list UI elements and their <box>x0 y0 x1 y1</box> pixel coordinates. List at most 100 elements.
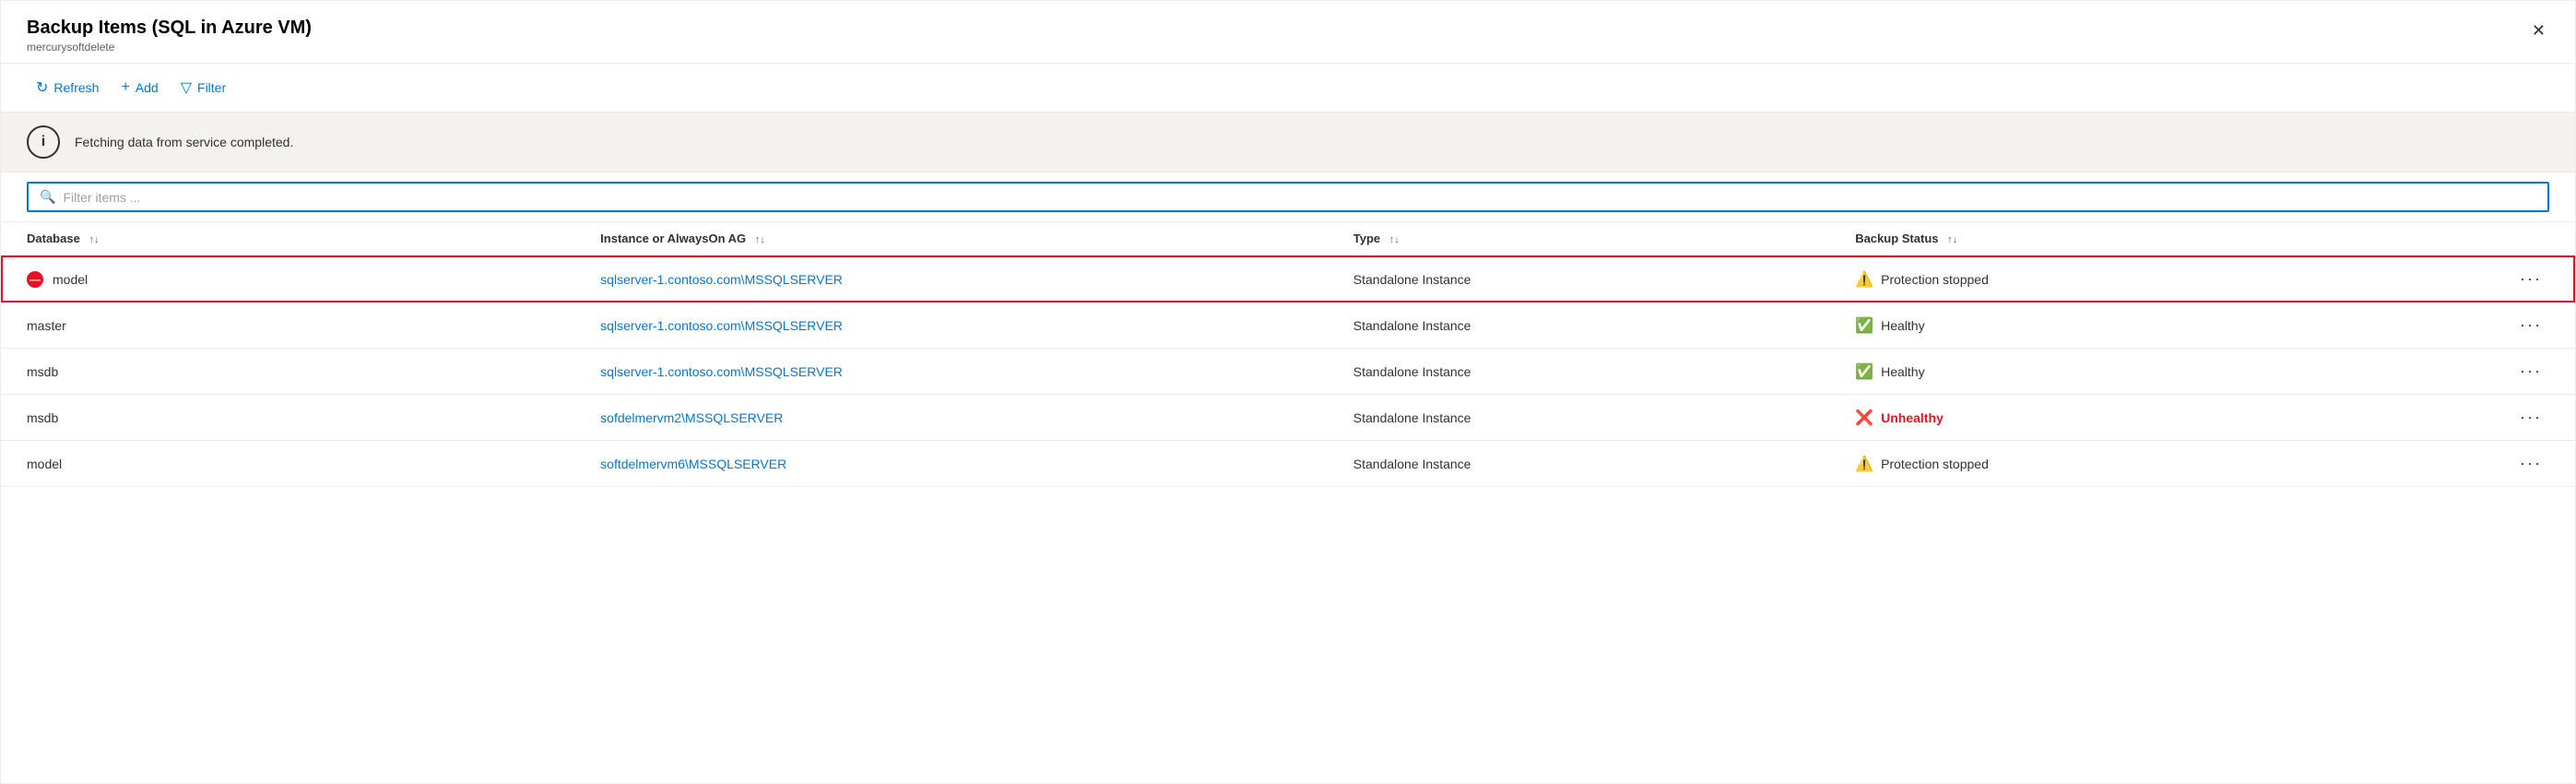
panel-title: Backup Items (SQL in Azure VM) <box>27 18 2549 39</box>
close-button[interactable]: ✕ <box>2524 18 2553 44</box>
cell-actions: ··· <box>2403 303 2575 349</box>
status-icon: ❌ <box>1855 409 1873 427</box>
cell-database: — model <box>1 255 574 303</box>
row-actions-button[interactable]: ··· <box>2512 314 2549 337</box>
table-wrap: Database ↑↓ Instance or AlwaysOn AG ↑↓ T… <box>1 222 2575 487</box>
cell-instance[interactable]: sqlserver-1.contoso.com\MSSQLSERVER <box>574 303 1328 349</box>
refresh-icon: ↻ <box>36 78 48 97</box>
cell-instance[interactable]: sqlserver-1.contoso.com\MSSQLSERVER <box>574 255 1328 303</box>
cell-status: ✅ Healthy <box>1829 303 2403 349</box>
cell-status: ❌ Unhealthy <box>1829 395 2403 441</box>
status-badge: Unhealthy <box>1881 410 1944 425</box>
sort-icon-type: ↑↓ <box>1389 234 1400 245</box>
cell-type: Standalone Instance <box>1328 303 1829 349</box>
col-header-actions <box>2403 222 2575 255</box>
instance-link[interactable]: sqlserver-1.contoso.com\MSSQLSERVER <box>600 318 843 333</box>
search-icon: 🔍 <box>40 189 55 205</box>
row-actions-button[interactable]: ··· <box>2512 406 2549 429</box>
cell-instance[interactable]: sofdelmervm2\MSSQLSERVER <box>574 395 1328 441</box>
col-header-database[interactable]: Database ↑↓ <box>1 222 574 255</box>
status-icon: ✅ <box>1855 362 1873 381</box>
status-wrap: ✅ Healthy <box>1855 316 2377 335</box>
row-actions-button[interactable]: ··· <box>2512 267 2549 291</box>
backup-items-panel: Backup Items (SQL in Azure VM) mercuryso… <box>0 0 2576 784</box>
table-row[interactable]: msdb sofdelmervm2\MSSQLSERVER Standalone I… <box>1 395 2575 441</box>
status-wrap: ✅ Healthy <box>1855 362 2377 381</box>
database-cell-wrap: master <box>27 318 549 333</box>
cell-actions: ··· <box>2403 395 2575 441</box>
cell-database: msdb <box>1 349 574 395</box>
filter-label: Filter <box>197 80 226 95</box>
filter-input[interactable] <box>63 190 2536 205</box>
refresh-button[interactable]: ↻ Refresh <box>27 73 108 102</box>
add-label: Add <box>136 80 159 95</box>
filter-icon: ▽ <box>181 78 192 97</box>
panel-subtitle: mercurysoftdelete <box>27 41 2549 53</box>
database-cell-wrap: — model <box>27 271 549 288</box>
table-row[interactable]: — model sqlserver-1.contoso.com\MSSQLSERVE… <box>1 255 2575 303</box>
backup-items-table: Database ↑↓ Instance or AlwaysOn AG ↑↓ T… <box>1 222 2575 487</box>
cell-instance[interactable]: softdelmervm6\MSSQLSERVER <box>574 441 1328 487</box>
stop-icon: — <box>27 271 43 288</box>
cell-status: ⚠️ Protection stopped <box>1829 255 2403 303</box>
sort-icon-status: ↑↓ <box>1947 234 1957 245</box>
add-icon: + <box>121 79 129 96</box>
status-badge: Protection stopped <box>1881 457 1989 471</box>
sort-icon-instance: ↑↓ <box>755 234 765 245</box>
cell-actions: ··· <box>2403 255 2575 303</box>
cell-status: ✅ Healthy <box>1829 349 2403 395</box>
cell-type: Standalone Instance <box>1328 255 1829 303</box>
cell-actions: ··· <box>2403 349 2575 395</box>
status-wrap: ❌ Unhealthy <box>1855 409 2377 427</box>
status-wrap: ⚠️ Protection stopped <box>1855 270 2377 289</box>
toolbar: ↻ Refresh + Add ▽ Filter <box>1 64 2575 113</box>
database-name: model <box>27 457 62 471</box>
status-badge: Protection stopped <box>1881 272 1989 287</box>
cell-database: msdb <box>1 395 574 441</box>
cell-database: model <box>1 441 574 487</box>
status-wrap: ⚠️ Protection stopped <box>1855 455 2377 473</box>
database-name: model <box>53 272 88 287</box>
sort-icon-database: ↑↓ <box>89 234 99 245</box>
col-header-type[interactable]: Type ↑↓ <box>1328 222 1829 255</box>
instance-link[interactable]: softdelmervm6\MSSQLSERVER <box>600 457 786 471</box>
instance-link[interactable]: sofdelmervm2\MSSQLSERVER <box>600 410 783 425</box>
cell-status: ⚠️ Protection stopped <box>1829 441 2403 487</box>
refresh-label: Refresh <box>53 80 99 95</box>
database-cell-wrap: model <box>27 457 549 471</box>
status-icon: ⚠️ <box>1855 270 1873 289</box>
cell-type: Standalone Instance <box>1328 441 1829 487</box>
instance-link[interactable]: sqlserver-1.contoso.com\MSSQLSERVER <box>600 272 843 287</box>
cell-type: Standalone Instance <box>1328 349 1829 395</box>
panel-header: Backup Items (SQL in Azure VM) mercuryso… <box>1 1 2575 64</box>
filter-input-wrap: 🔍 <box>27 182 2549 212</box>
cell-database: master <box>1 303 574 349</box>
col-header-instance[interactable]: Instance or AlwaysOn AG ↑↓ <box>574 222 1328 255</box>
database-name: msdb <box>27 410 58 425</box>
banner-message: Fetching data from service completed. <box>75 135 293 149</box>
cell-actions: ··· <box>2403 441 2575 487</box>
info-banner: i Fetching data from service completed. <box>1 113 2575 172</box>
table-row[interactable]: master sqlserver-1.contoso.com\MSSQLSERVE… <box>1 303 2575 349</box>
database-cell-wrap: msdb <box>27 364 549 379</box>
add-button[interactable]: + Add <box>112 74 167 101</box>
row-actions-button[interactable]: ··· <box>2512 452 2549 475</box>
status-badge: Healthy <box>1881 318 1924 333</box>
table-row[interactable]: msdb sqlserver-1.contoso.com\MSSQLSERVER S… <box>1 349 2575 395</box>
status-icon: ⚠️ <box>1855 455 1873 473</box>
database-name: master <box>27 318 66 333</box>
status-icon: ✅ <box>1855 316 1873 335</box>
col-header-status[interactable]: Backup Status ↑↓ <box>1829 222 2403 255</box>
cell-type: Standalone Instance <box>1328 395 1829 441</box>
filter-bar: 🔍 <box>1 172 2575 222</box>
database-name: msdb <box>27 364 58 379</box>
table-row[interactable]: model softdelmervm6\MSSQLSERVER Standalone… <box>1 441 2575 487</box>
info-icon: i <box>27 125 60 159</box>
database-cell-wrap: msdb <box>27 410 549 425</box>
filter-button[interactable]: ▽ Filter <box>171 73 235 102</box>
instance-link[interactable]: sqlserver-1.contoso.com\MSSQLSERVER <box>600 364 843 379</box>
status-badge: Healthy <box>1881 364 1924 379</box>
table-header-row: Database ↑↓ Instance or AlwaysOn AG ↑↓ T… <box>1 222 2575 255</box>
cell-instance[interactable]: sqlserver-1.contoso.com\MSSQLSERVER <box>574 349 1328 395</box>
row-actions-button[interactable]: ··· <box>2512 360 2549 383</box>
